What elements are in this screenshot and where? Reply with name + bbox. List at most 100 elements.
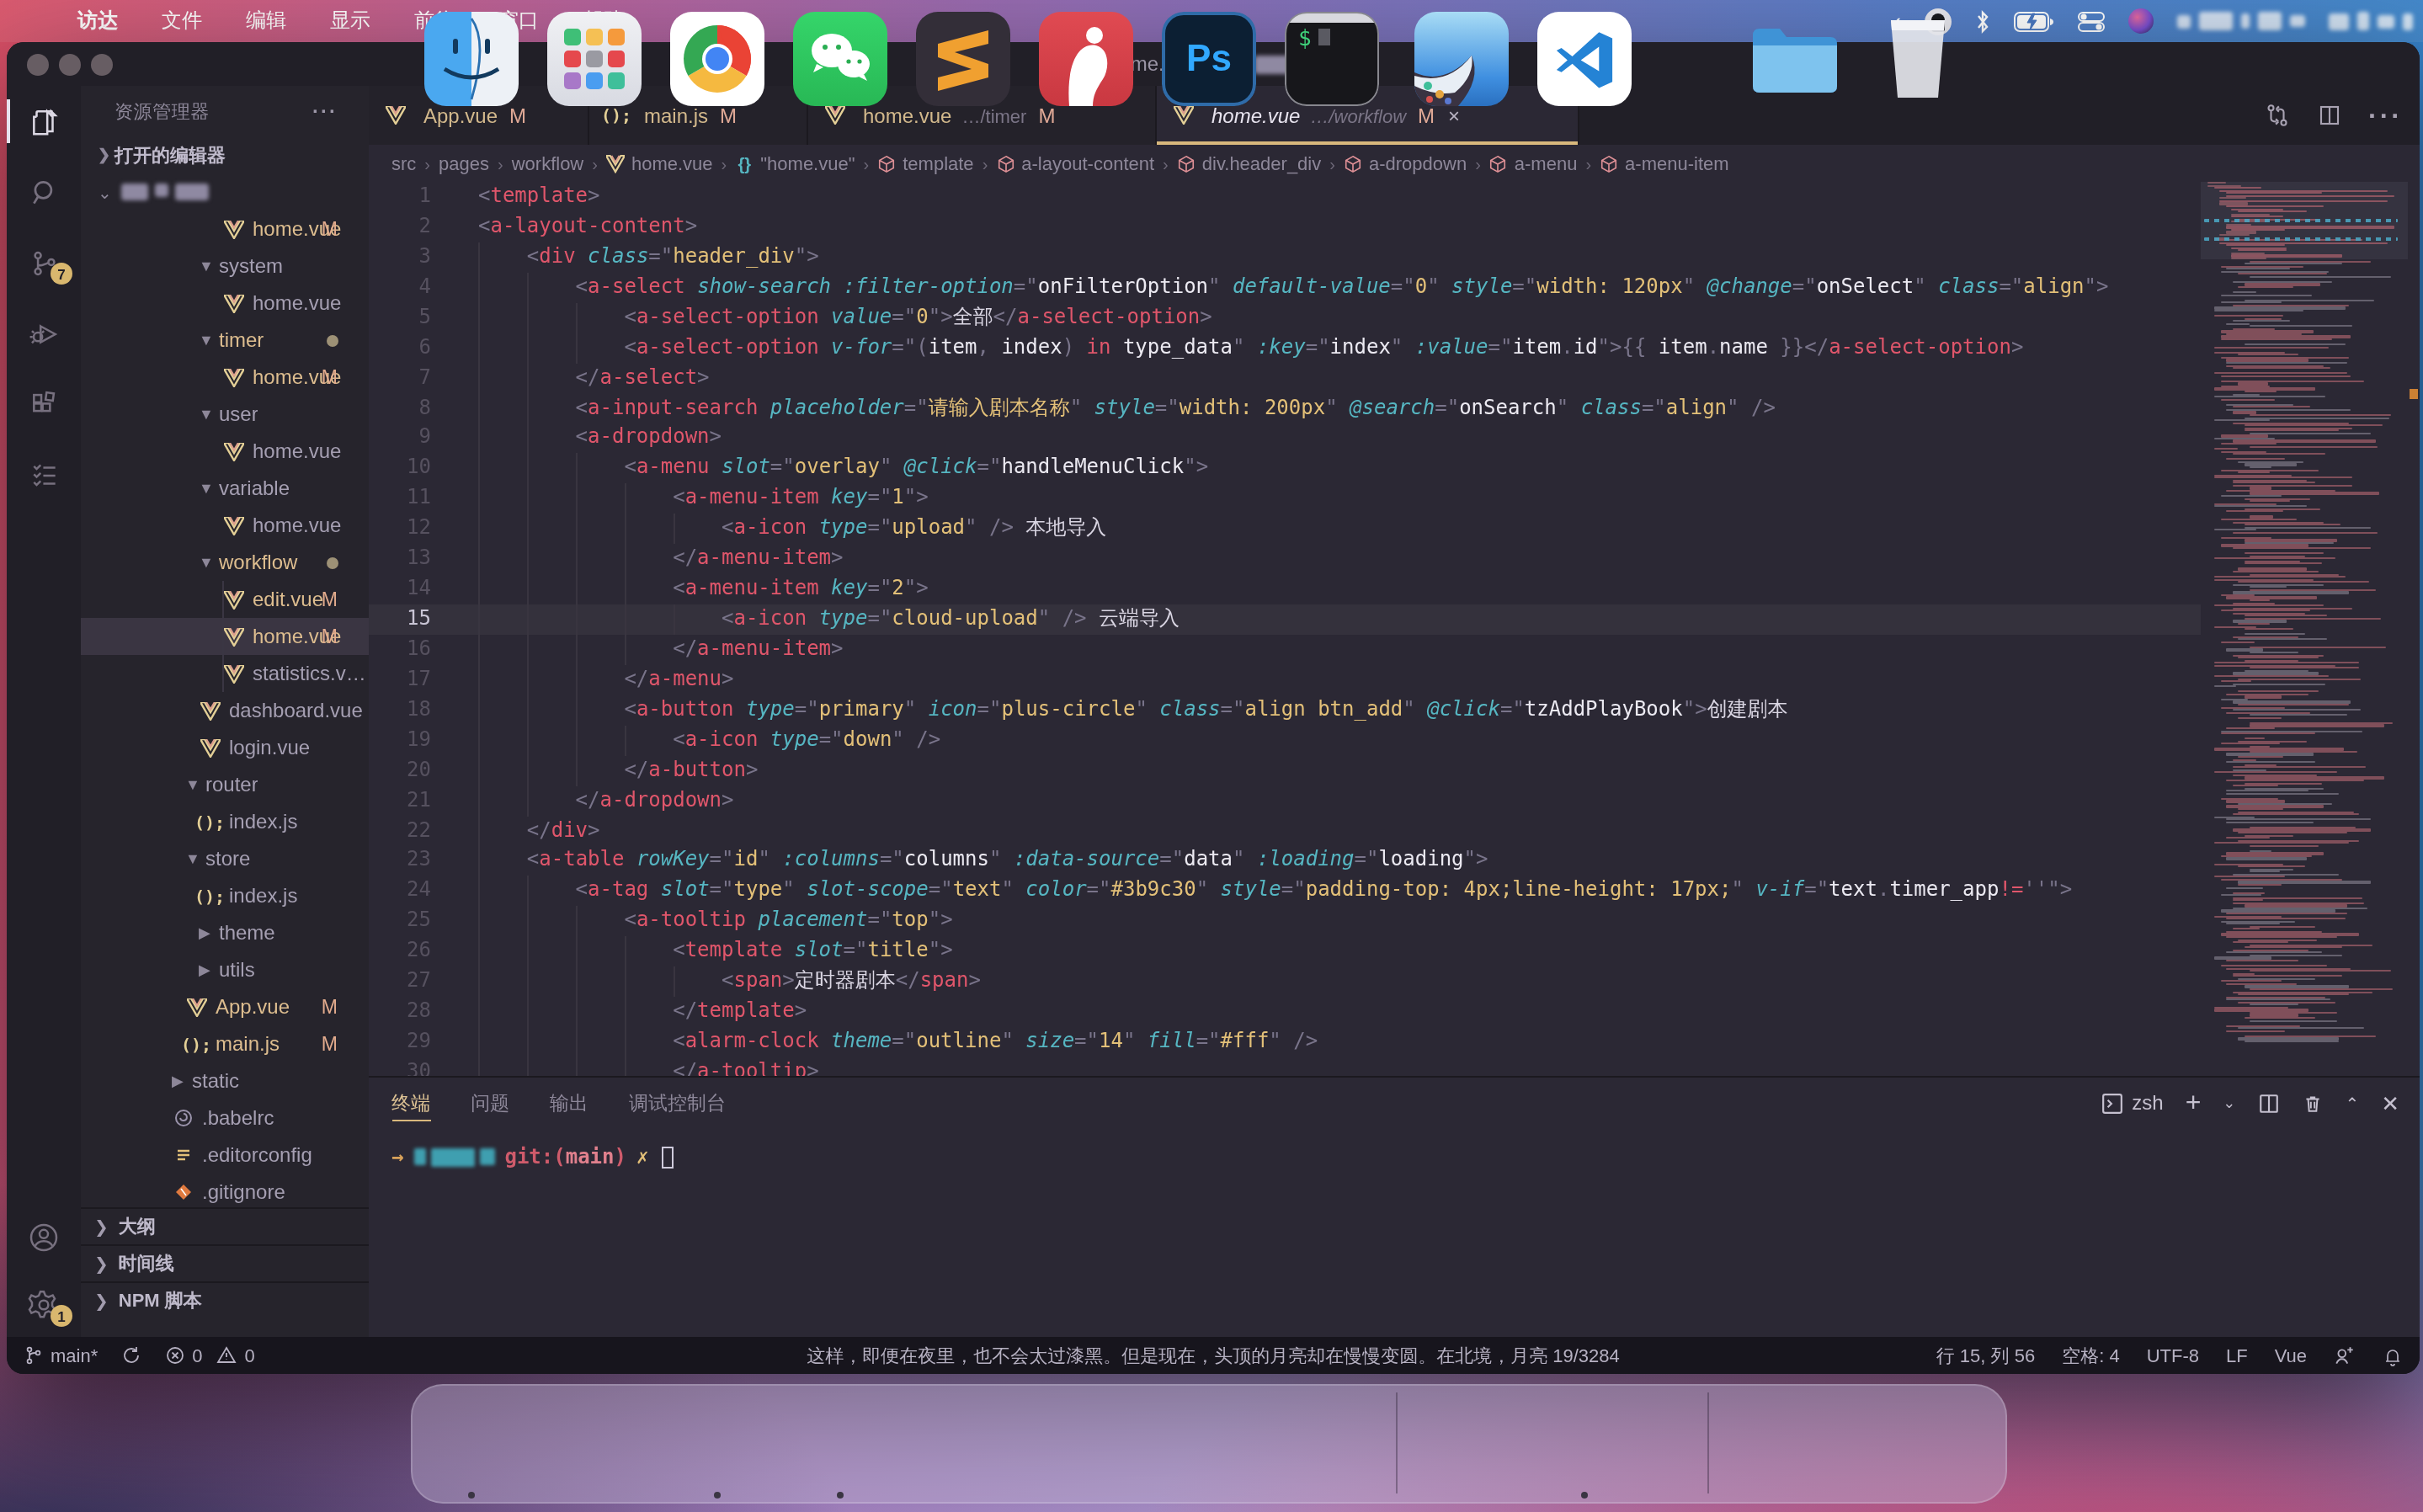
account-icon[interactable] bbox=[7, 1212, 81, 1263]
control-center-icon[interactable] bbox=[2078, 11, 2105, 31]
close-button[interactable] bbox=[27, 53, 49, 75]
file-index.js[interactable]: ();index.js bbox=[81, 803, 368, 840]
dock-terminal[interactable]: $ bbox=[1285, 12, 1379, 106]
eol[interactable]: LF bbox=[2226, 1345, 2248, 1366]
breadcrumb-a-menu-item[interactable]: a-menu-item bbox=[1600, 152, 1729, 174]
bluetooth-icon[interactable] bbox=[1975, 9, 1990, 33]
folder-user[interactable]: ▼user bbox=[81, 396, 368, 433]
folder-timer[interactable]: ▼timer bbox=[81, 322, 368, 359]
code-editor[interactable]: 1<template>2<a-layout-content>3 <div cla… bbox=[368, 182, 2201, 1076]
split-terminal-icon[interactable] bbox=[2257, 1092, 2279, 1114]
file-App.vue[interactable]: App.vueM bbox=[81, 988, 368, 1025]
breadcrumb-a-dropdown[interactable]: a-dropdown bbox=[1344, 152, 1467, 174]
breadcrumb-home.vue[interactable]: {}"home.vue" bbox=[735, 152, 855, 174]
folder-static[interactable]: ▶static bbox=[81, 1062, 368, 1099]
dock-photoshop[interactable]: Ps bbox=[1162, 12, 1256, 106]
problems-indicator[interactable]: 0 0 bbox=[165, 1345, 255, 1366]
minimize-button[interactable] bbox=[59, 53, 81, 75]
file-index.js[interactable]: ();index.js bbox=[81, 877, 368, 914]
extensions-icon[interactable] bbox=[7, 379, 81, 429]
file-home.vue[interactable]: home.vueM bbox=[81, 618, 368, 655]
dock-trash[interactable] bbox=[1871, 12, 1965, 106]
file-home.vue[interactable]: home.vue bbox=[81, 433, 368, 470]
folder-variable[interactable]: ▼variable bbox=[81, 470, 368, 507]
split-editor-icon[interactable] bbox=[2316, 103, 2341, 128]
dock-bear[interactable] bbox=[1039, 12, 1133, 106]
dock-wechat[interactable] bbox=[793, 12, 887, 106]
terminal-profile[interactable]: zsh bbox=[2101, 1091, 2163, 1115]
file-home.vue[interactable]: home.vue bbox=[81, 507, 368, 544]
cursor-position[interactable]: 行 15, 列 56 bbox=[1936, 1343, 2035, 1368]
minimap[interactable] bbox=[2201, 182, 2408, 1076]
notifications-bell-icon[interactable] bbox=[2383, 1344, 2403, 1366]
menu-显示[interactable]: 显示 bbox=[330, 8, 370, 32]
branch-indicator[interactable]: main* bbox=[24, 1345, 98, 1366]
folder-theme[interactable]: ▶theme bbox=[81, 914, 368, 951]
section-大纲[interactable]: ❯大纲 bbox=[81, 1207, 368, 1244]
dock-sublime[interactable] bbox=[916, 12, 1010, 106]
menu-文件[interactable]: 文件 bbox=[162, 8, 202, 32]
explorer-more-icon[interactable]: ··· bbox=[312, 99, 338, 123]
run-debug-icon[interactable] bbox=[7, 308, 81, 359]
terminal-dropdown-icon[interactable]: ⌄ bbox=[2223, 1094, 2235, 1111]
open-changes-icon[interactable] bbox=[2264, 103, 2289, 128]
file-.gitignore[interactable]: .gitignore bbox=[81, 1174, 368, 1211]
todo-list-icon[interactable] bbox=[7, 450, 81, 500]
maximize-panel-icon[interactable]: ⌃ bbox=[2345, 1094, 2359, 1112]
new-terminal-icon[interactable]: + bbox=[2186, 1088, 2202, 1118]
file-edit.vue[interactable]: edit.vueM bbox=[81, 581, 368, 618]
breadcrumb-pages[interactable]: pages bbox=[439, 153, 489, 173]
dock-vscode[interactable] bbox=[1537, 12, 1632, 106]
file-main.js[interactable]: ();main.jsM bbox=[81, 1025, 368, 1062]
folder-router[interactable]: ▼router bbox=[81, 766, 368, 803]
source-control-icon[interactable]: 7 bbox=[7, 237, 81, 288]
dock-folder[interactable] bbox=[1748, 12, 1842, 106]
dock-chrome[interactable] bbox=[670, 12, 764, 106]
close-panel-icon[interactable]: ✕ bbox=[2381, 1090, 2399, 1115]
folder-store[interactable]: ▼store bbox=[81, 840, 368, 877]
explorer-icon[interactable] bbox=[7, 96, 81, 146]
kill-terminal-icon[interactable] bbox=[2301, 1092, 2323, 1114]
file-home.vue[interactable]: home.vue bbox=[81, 285, 368, 322]
breadcrumb-a-layout-content[interactable]: a-layout-content bbox=[996, 152, 1154, 174]
dock-finder[interactable] bbox=[424, 12, 519, 106]
settings-gear-icon[interactable]: 1 bbox=[7, 1280, 81, 1330]
encoding[interactable]: UTF-8 bbox=[2147, 1345, 2199, 1366]
breadcrumb-a-menu[interactable]: a-menu bbox=[1489, 152, 1578, 174]
breadcrumb-src[interactable]: src bbox=[391, 153, 416, 173]
breadcrumb-template[interactable]: template bbox=[877, 152, 973, 174]
more-actions-icon[interactable]: ··· bbox=[2368, 100, 2403, 130]
dock-wallpaper[interactable] bbox=[1414, 12, 1509, 106]
panel-tab-输出[interactable]: 输出 bbox=[550, 1078, 588, 1128]
panel-tab-问题[interactable]: 问题 bbox=[471, 1078, 509, 1128]
zoom-button[interactable] bbox=[91, 53, 113, 75]
panel-tab-调试控制台[interactable]: 调试控制台 bbox=[629, 1078, 726, 1128]
terminal-prompt[interactable]: → git:(main) ✗ bbox=[391, 1145, 674, 1169]
folder-system[interactable]: ▼system bbox=[81, 248, 368, 285]
breadcrumb-workflow[interactable]: workflow bbox=[512, 153, 584, 173]
dock-launchpad[interactable] bbox=[547, 12, 642, 106]
close-tab-icon[interactable]: × bbox=[1448, 104, 1460, 127]
menu-编辑[interactable]: 编辑 bbox=[246, 8, 286, 32]
file-dashboard.vue[interactable]: dashboard.vue bbox=[81, 692, 368, 729]
menu-访达[interactable]: 访达 bbox=[77, 8, 118, 32]
section-NPM 脚本[interactable]: ❯NPM 脚本 bbox=[81, 1281, 368, 1318]
folder-utils[interactable]: ▶utils bbox=[81, 951, 368, 988]
file-.babelrc[interactable]: .babelrc bbox=[81, 1099, 368, 1137]
breadcrumb-home.vue[interactable]: home.vue bbox=[606, 152, 713, 174]
indentation[interactable]: 空格: 4 bbox=[2062, 1343, 2119, 1368]
language-mode[interactable]: Vue bbox=[2275, 1345, 2307, 1366]
battery-icon[interactable] bbox=[2014, 11, 2054, 31]
siri-icon[interactable] bbox=[2128, 8, 2154, 34]
file-statistics.vue[interactable]: statistics.vue bbox=[81, 655, 368, 692]
sync-indicator[interactable] bbox=[121, 1345, 141, 1366]
folder-workflow[interactable]: ▼workflow bbox=[81, 544, 368, 581]
file-home.vue[interactable]: home.vueM bbox=[81, 210, 368, 248]
open-editors-section[interactable]: ❯打开的编辑器 bbox=[81, 136, 368, 173]
file-login.vue[interactable]: login.vue bbox=[81, 729, 368, 766]
panel-tab-终端[interactable]: 终端 bbox=[391, 1078, 430, 1128]
file-.editorconfig[interactable]: .editorconfig bbox=[81, 1137, 368, 1174]
breadcrumb-div.header_div[interactable]: div.header_div bbox=[1177, 152, 1321, 174]
section-时间线[interactable]: ❯时间线 bbox=[81, 1244, 368, 1281]
project-root-folder[interactable]: ⌄ bbox=[81, 173, 368, 210]
